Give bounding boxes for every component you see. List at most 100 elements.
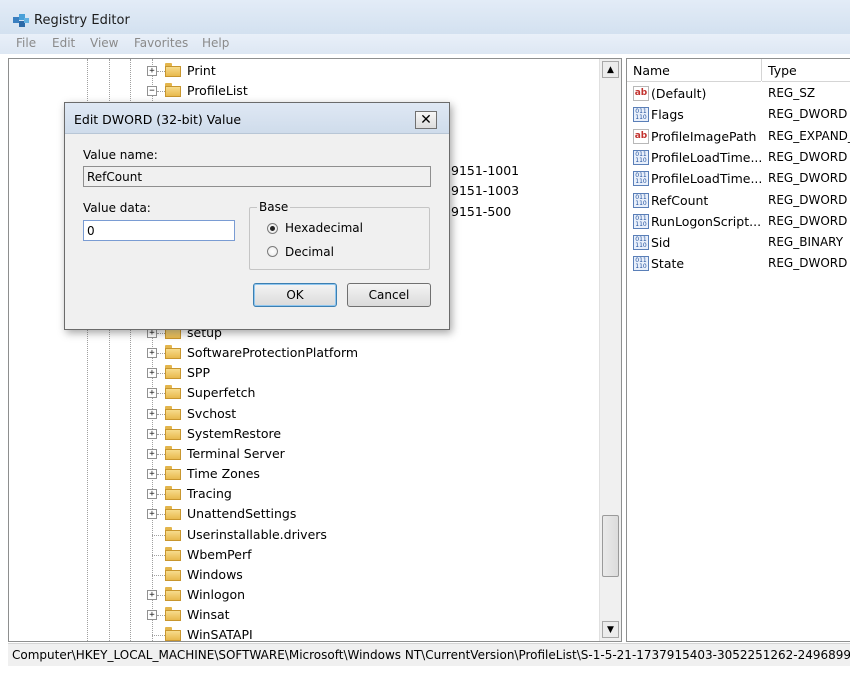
value-row[interactable]: 011 110 ProfileLoadTime... REG_DWORD	[627, 168, 850, 189]
tree-item-label: WbemPerf	[187, 546, 252, 562]
scroll-down-icon[interactable]: ▼	[602, 621, 619, 638]
folder-icon	[165, 566, 181, 581]
tree-item-partial-sid[interactable]: 9151-1001	[451, 163, 519, 178]
tree-item-label: SystemRestore	[187, 425, 282, 441]
tree-item-partial-sid[interactable]: 9151-1003	[451, 183, 519, 198]
tree-item[interactable]: WinSATAPI	[9, 625, 599, 641]
expand-icon[interactable]: +	[147, 610, 157, 621]
column-header-type[interactable]: Type	[762, 59, 850, 82]
tree-item[interactable]: Windows	[9, 565, 599, 585]
menu-favorites[interactable]: Favorites	[134, 36, 188, 50]
tree-item-label: SPP	[187, 365, 211, 381]
expand-icon[interactable]: +	[147, 66, 157, 76]
value-name: State	[651, 256, 685, 272]
window-title: Registry Editor	[34, 13, 130, 28]
folder-icon	[165, 425, 181, 440]
value-type: REG_SZ	[768, 86, 816, 100]
ok-button[interactable]: OK	[253, 283, 337, 307]
value-row[interactable]: 011 110 ProfileLoadTime... REG_DWORD	[627, 147, 850, 168]
value-row[interactable]: 011 110 RefCount REG_DWORD	[627, 190, 850, 211]
value-row[interactable]: ab ProfileImagePath REG_EXPAND_	[627, 126, 850, 147]
value-name: (Default)	[651, 86, 707, 101]
scroll-up-icon[interactable]: ▲	[602, 61, 619, 78]
tree-item[interactable]: + UnattendSettings	[9, 504, 599, 524]
expand-icon[interactable]: +	[147, 388, 157, 399]
folder-icon	[165, 546, 181, 561]
value-type: REG_EXPAND_	[768, 128, 850, 143]
scroll-thumb[interactable]	[602, 515, 619, 577]
menu-help[interactable]: Help	[202, 36, 229, 50]
folder-icon	[165, 63, 181, 77]
folder-icon	[165, 445, 181, 460]
close-icon[interactable]: ✕	[415, 111, 437, 129]
expand-icon[interactable]: +	[147, 448, 157, 459]
value-type: REG_BINARY	[768, 235, 844, 250]
value-row[interactable]: ab (Default) REG_SZ	[627, 83, 850, 104]
expand-icon[interactable]: +	[147, 348, 157, 359]
tree-item[interactable]: + Winlogon	[9, 585, 599, 605]
tree-item[interactable]: Userinstallable.drivers	[9, 525, 599, 545]
tree-item[interactable]: + Terminal Server	[9, 444, 599, 464]
folder-icon	[165, 586, 181, 601]
expand-icon[interactable]: +	[147, 368, 157, 379]
cancel-button[interactable]: Cancel	[347, 283, 431, 307]
expand-icon[interactable]: +	[147, 469, 157, 480]
tree-item-print[interactable]: + Print	[9, 61, 599, 81]
folder-icon	[165, 607, 181, 622]
binary-value-icon: 011 110	[633, 235, 649, 251]
tree-item-label: Superfetch	[187, 385, 256, 401]
expand-icon[interactable]: +	[147, 509, 157, 520]
menu-edit[interactable]: Edit	[52, 36, 75, 50]
tree-item[interactable]: + Winsat	[9, 605, 599, 625]
value-name: RefCount	[651, 192, 709, 208]
menu-view[interactable]: View	[90, 36, 118, 50]
tree-item-profilelist[interactable]: − ProfileList	[9, 81, 599, 101]
status-bar: Computer\HKEY_LOCAL_MACHINE\SOFTWARE\Mic…	[8, 643, 850, 666]
decimal-radio[interactable]	[267, 246, 278, 257]
tree-item[interactable]: + Time Zones	[9, 464, 599, 484]
value-type: REG_DWORD	[768, 213, 848, 228]
value-type: REG_DWORD	[768, 192, 848, 207]
tree-item[interactable]: + Svchost	[9, 404, 599, 424]
binary-value-icon: 011 110	[633, 149, 649, 165]
expand-icon[interactable]: +	[147, 589, 157, 600]
folder-icon	[165, 405, 181, 420]
expand-icon[interactable]: +	[147, 489, 157, 500]
tree-item[interactable]: + SystemRestore	[9, 424, 599, 444]
value-row[interactable]: 011 110 RunLogonScript... REG_DWORD	[627, 211, 850, 232]
value-name: ProfileLoadTime...	[651, 171, 763, 187]
value-row[interactable]: 011 110 Sid REG_BINARY	[627, 232, 850, 253]
value-row[interactable]: 011 110 Flags REG_DWORD	[627, 104, 850, 125]
dialog-title: Edit DWORD (32-bit) Value	[74, 112, 242, 127]
tree-item[interactable]: + SoftwareProtectionPlatform	[9, 343, 599, 363]
tree-item[interactable]: + Tracing	[9, 484, 599, 504]
value-row[interactable]: 011 110 State REG_DWORD	[627, 253, 850, 274]
folder-icon	[165, 526, 181, 541]
tree-item-label: Time Zones	[187, 466, 260, 482]
value-type: REG_DWORD	[768, 256, 848, 271]
binary-value-icon: 011 110	[633, 192, 649, 208]
hexadecimal-label[interactable]: Hexadecimal	[285, 221, 363, 235]
tree-item-label: Userinstallable.drivers	[187, 526, 327, 542]
collapse-icon[interactable]: −	[147, 86, 157, 96]
decimal-label[interactable]: Decimal	[285, 245, 334, 259]
values-list[interactable]: Name Type ab (Default) REG_SZ 011 110 Flags RE…	[626, 58, 850, 642]
column-header-name[interactable]: Name	[627, 59, 761, 82]
tree-item[interactable]: + Superfetch	[9, 383, 599, 403]
expand-icon[interactable]: +	[147, 408, 157, 419]
tree-item-label: ProfileList	[187, 83, 248, 98]
registry-editor-icon	[13, 14, 29, 27]
expand-icon[interactable]: +	[147, 428, 157, 439]
tree-item-partial-sid[interactable]: 9151-500	[451, 204, 511, 219]
tree-item-label: Print	[187, 63, 216, 78]
value-type: REG_DWORD	[768, 107, 848, 122]
tree-scrollbar[interactable]: ▲ ▼	[599, 59, 621, 641]
dialog-title-bar[interactable]: Edit DWORD (32-bit) Value ✕	[65, 103, 449, 134]
tree-item[interactable]: WbemPerf	[9, 545, 599, 565]
value-data-input[interactable]	[83, 220, 235, 241]
value-name: Sid	[651, 235, 671, 251]
menu-file[interactable]: File	[16, 36, 36, 50]
hexadecimal-radio[interactable]	[267, 223, 278, 234]
tree-item[interactable]: + SPP	[9, 363, 599, 383]
folder-icon	[165, 345, 181, 360]
